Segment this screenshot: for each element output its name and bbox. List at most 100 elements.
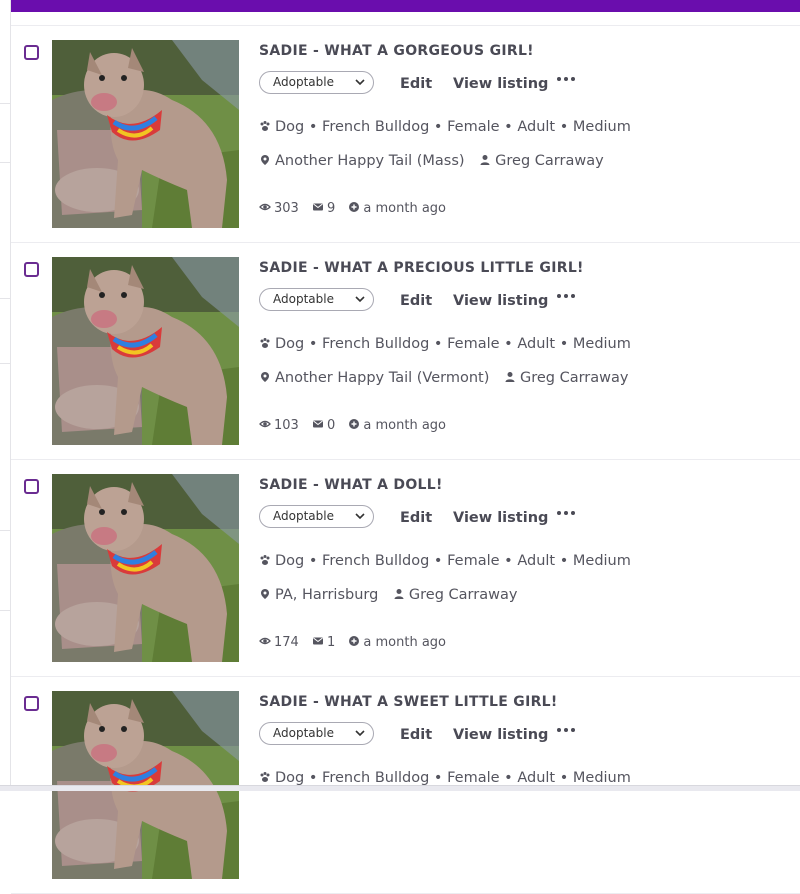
- status-value: Adoptable: [273, 726, 334, 740]
- eye-icon: [259, 420, 271, 428]
- location-pin-icon: [261, 155, 269, 165]
- sidebar-divider: [0, 610, 10, 611]
- view-listing-button[interactable]: View listing: [453, 727, 548, 743]
- more-actions-icon[interactable]: [557, 728, 575, 734]
- breed: French Bulldog: [322, 553, 430, 569]
- listing-title[interactable]: SADIE - WHAT A PRECIOUS LITTLE GIRL!: [259, 260, 584, 276]
- plus-circle-icon: [349, 202, 360, 212]
- more-actions-icon[interactable]: [557, 77, 575, 83]
- pet-details: Dog • French Bulldog • Female • Adult • …: [259, 336, 631, 352]
- contact-name: Greg Carraway: [495, 153, 604, 169]
- listing-title[interactable]: SADIE - WHAT A GORGEOUS GIRL!: [259, 43, 534, 59]
- view-count: 303: [274, 201, 299, 216]
- listing-list: SADIE - WHAT A GORGEOUS GIRL! Adoptable …: [11, 25, 800, 894]
- status-value: Adoptable: [273, 292, 334, 306]
- status-dropdown[interactable]: Adoptable: [259, 288, 374, 311]
- sidebar-divider: [0, 103, 10, 104]
- top-accent-bar: [10, 0, 800, 12]
- person-icon: [505, 372, 515, 382]
- sidebar-divider: [0, 298, 10, 299]
- listing-stats: 174 1 a month ago: [259, 635, 455, 650]
- posted-time: a month ago: [363, 418, 446, 433]
- edit-button[interactable]: Edit: [400, 510, 432, 526]
- listing-title[interactable]: SADIE - WHAT A SWEET LITTLE GIRL!: [259, 694, 558, 710]
- sidebar-divider: [0, 363, 10, 364]
- select-checkbox[interactable]: [24, 696, 39, 711]
- listing-row: SADIE - WHAT A PRECIOUS LITTLE GIRL! Ado…: [11, 243, 800, 460]
- sidebar-divider: [0, 530, 10, 531]
- listing-photo[interactable]: [52, 257, 239, 445]
- pet-details: Dog • French Bulldog • Female • Adult • …: [259, 119, 631, 135]
- size: Medium: [572, 336, 631, 352]
- view-count: 174: [274, 635, 299, 650]
- status-dropdown[interactable]: Adoptable: [259, 505, 374, 528]
- location-pin-icon: [261, 589, 269, 599]
- status-value: Adoptable: [273, 75, 334, 89]
- eye-icon: [259, 203, 271, 211]
- more-actions-icon[interactable]: [557, 294, 575, 300]
- listing-photo[interactable]: [52, 40, 239, 228]
- pet-details: Dog • French Bulldog • Female • Adult • …: [259, 553, 631, 569]
- listing-row: SADIE - WHAT A GORGEOUS GIRL! Adoptable …: [11, 26, 800, 243]
- age: Adult: [517, 770, 556, 786]
- species: Dog: [275, 336, 305, 352]
- dog-photo: [52, 474, 239, 662]
- species: Dog: [275, 553, 305, 569]
- age: Adult: [517, 119, 556, 135]
- location-pin-icon: [261, 372, 269, 382]
- location-contact: PA, Harrisburg Greg Carraway: [259, 587, 517, 603]
- listing-row: SADIE - WHAT A DOLL! Adoptable Edit View…: [11, 460, 800, 677]
- envelope-icon: [312, 203, 323, 211]
- status-dropdown[interactable]: Adoptable: [259, 71, 374, 94]
- select-checkbox[interactable]: [24, 45, 39, 60]
- view-listing-button[interactable]: View listing: [453, 510, 548, 526]
- listing-title[interactable]: SADIE - WHAT A DOLL!: [259, 477, 443, 493]
- message-count: 0: [326, 418, 336, 433]
- contact-name: Greg Carraway: [408, 587, 518, 603]
- listing-photo[interactable]: [52, 474, 239, 662]
- dog-photo: [52, 257, 239, 445]
- species: Dog: [275, 770, 305, 786]
- breed: French Bulldog: [322, 770, 430, 786]
- more-actions-icon[interactable]: [557, 511, 575, 517]
- status-dropdown[interactable]: Adoptable: [259, 722, 374, 745]
- chevron-down-icon: [355, 296, 365, 303]
- size: Medium: [572, 553, 631, 569]
- dog-photo: [52, 40, 239, 228]
- select-checkbox[interactable]: [24, 479, 39, 494]
- edit-button[interactable]: Edit: [400, 293, 432, 309]
- status-value: Adoptable: [273, 509, 334, 523]
- view-listing-button[interactable]: View listing: [453, 76, 548, 92]
- view-count: 103: [274, 418, 299, 433]
- age: Adult: [517, 336, 556, 352]
- pet-details: Dog • French Bulldog • Female • Adult • …: [259, 770, 631, 786]
- person-icon: [394, 589, 404, 599]
- chevron-down-icon: [355, 79, 365, 86]
- listing-stats: 303 9 a month ago: [259, 201, 455, 216]
- select-checkbox[interactable]: [24, 262, 39, 277]
- edit-button[interactable]: Edit: [400, 76, 432, 92]
- paw-icon: [260, 772, 270, 782]
- size: Medium: [572, 770, 631, 786]
- age: Adult: [517, 553, 556, 569]
- posted-time: a month ago: [363, 201, 446, 216]
- chevron-down-icon: [355, 730, 365, 737]
- location-contact: Another Happy Tail (Mass) Greg Carraway: [259, 153, 604, 169]
- location: PA, Harrisburg: [275, 587, 379, 603]
- view-listing-button[interactable]: View listing: [453, 293, 548, 309]
- message-count: 9: [326, 201, 336, 216]
- horizontal-scrollbar[interactable]: [0, 785, 800, 791]
- listing-stats: 103 0 a month ago: [259, 418, 455, 433]
- plus-circle-icon: [349, 419, 360, 429]
- envelope-icon: [312, 637, 323, 645]
- sex: Female: [447, 770, 500, 786]
- person-icon: [480, 155, 490, 165]
- location: Another Happy Tail (Vermont): [275, 370, 490, 386]
- paw-icon: [260, 338, 270, 348]
- location: Another Happy Tail (Mass): [275, 153, 465, 169]
- breed: French Bulldog: [322, 336, 430, 352]
- edit-button[interactable]: Edit: [400, 727, 432, 743]
- paw-icon: [260, 555, 270, 565]
- sex: Female: [447, 553, 500, 569]
- contact-name: Greg Carraway: [519, 370, 629, 386]
